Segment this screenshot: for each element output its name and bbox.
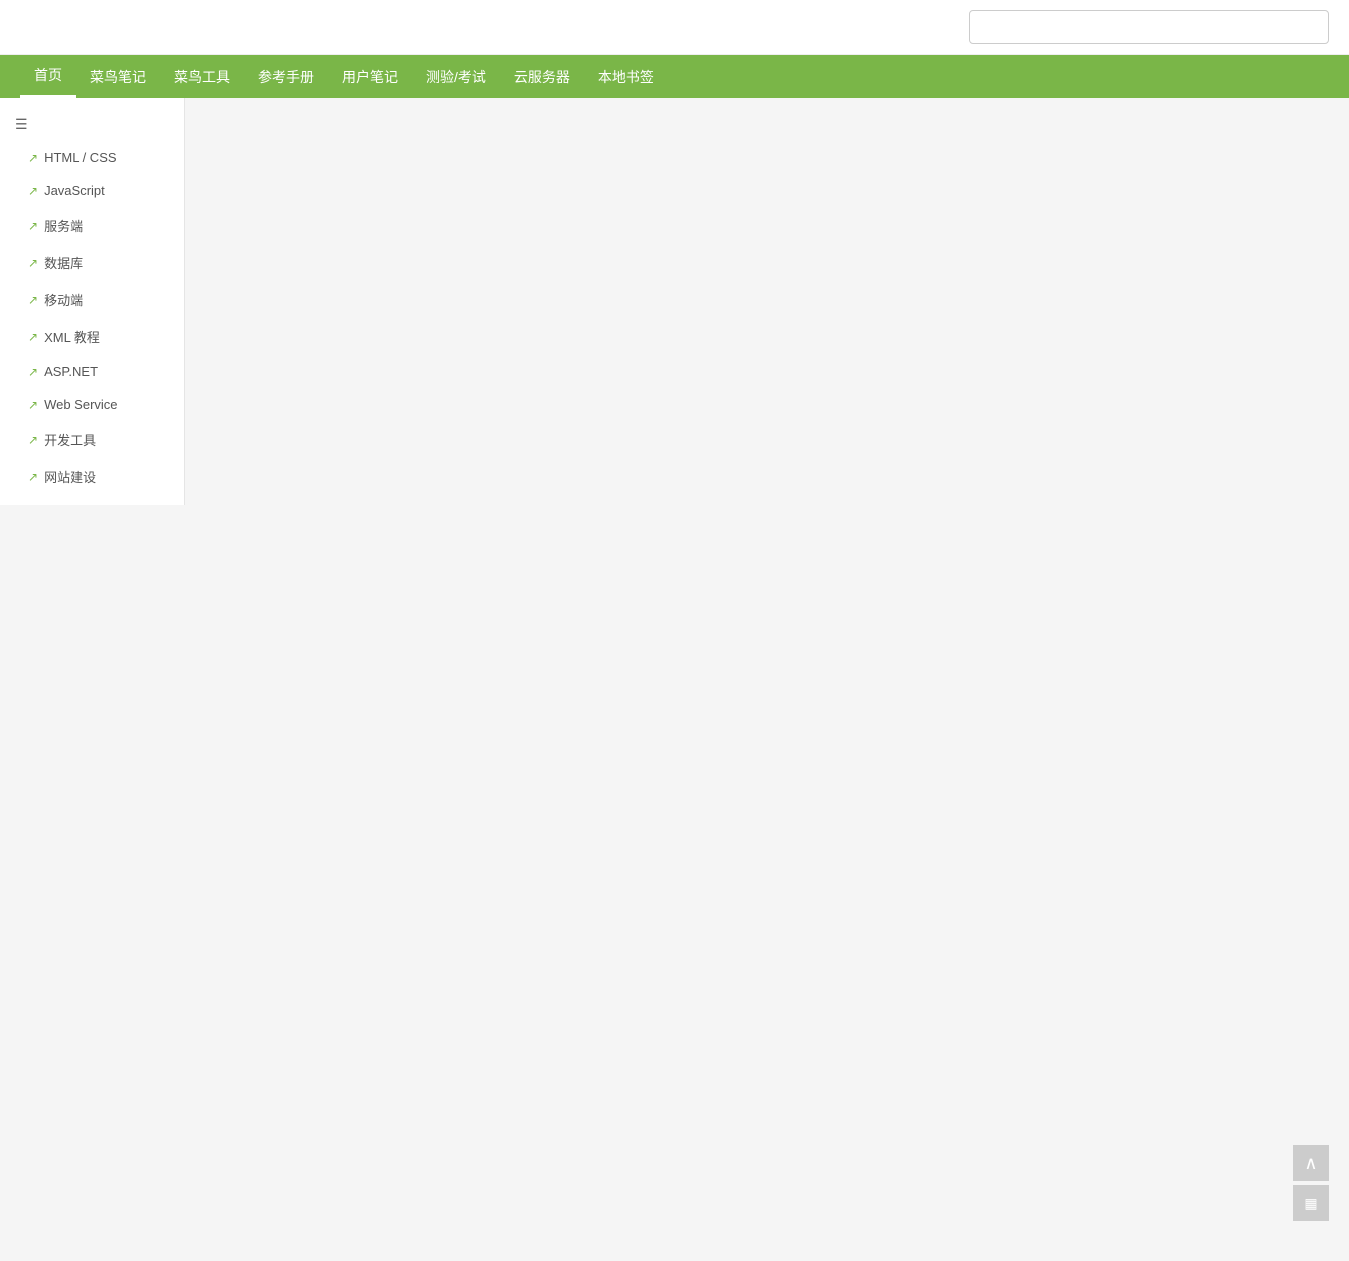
- sidebar-item-6[interactable]: ↗ ASP.NET: [0, 355, 184, 388]
- qr-button[interactable]: ▦: [1293, 1185, 1329, 1221]
- nav-item-4[interactable]: 用户笔记: [328, 57, 412, 97]
- sidebar-item-label: 数据库: [44, 253, 83, 272]
- sidebar-item-3[interactable]: ↗ 数据库: [0, 244, 184, 281]
- nav-item-7[interactable]: 本地书签: [584, 57, 668, 97]
- link-icon: ↗: [28, 433, 38, 447]
- sidebar-item-label: 移动端: [44, 290, 83, 309]
- sidebar-item-label: 开发工具: [44, 430, 96, 449]
- nav-item-1[interactable]: 菜鸟笔记: [76, 57, 160, 97]
- sidebar-item-8[interactable]: ↗ 开发工具: [0, 421, 184, 458]
- sidebar-item-1[interactable]: ↗ JavaScript: [0, 174, 184, 207]
- link-icon: ↗: [28, 219, 38, 233]
- link-icon: ↗: [28, 330, 38, 344]
- link-icon: ↗: [28, 365, 38, 379]
- sidebar-item-7[interactable]: ↗ Web Service: [0, 388, 184, 421]
- link-icon: ↗: [28, 184, 38, 198]
- header: [0, 0, 1349, 55]
- sidebar-item-4[interactable]: ↗ 移动端: [0, 281, 184, 318]
- main-content: [185, 98, 1349, 505]
- nav-item-0[interactable]: 首页: [20, 55, 76, 98]
- link-icon: ↗: [28, 398, 38, 412]
- sidebar-item-label: 网站建设: [44, 467, 96, 486]
- link-icon: ↗: [28, 470, 38, 484]
- sidebar-item-9[interactable]: ↗ 网站建设: [0, 458, 184, 495]
- main-layout: ☰ ↗ HTML / CSS ↗ JavaScript ↗ 服务端 ↗ 数据库 ↗ 移动端 ↗ XML…: [0, 98, 1349, 505]
- link-icon: ↗: [28, 293, 38, 307]
- link-icon: ↗: [28, 151, 38, 165]
- nav-item-6[interactable]: 云服务器: [500, 57, 584, 97]
- sidebar-item-label: ASP.NET: [44, 364, 98, 379]
- nav-item-5[interactable]: 测验/考试: [412, 57, 500, 97]
- sidebar-header: ☰: [0, 108, 184, 141]
- sidebar-item-label: Web Service: [44, 397, 117, 412]
- sidebar-item-0[interactable]: ↗ HTML / CSS: [0, 141, 184, 174]
- nav-item-3[interactable]: 参考手册: [244, 57, 328, 97]
- sidebar-item-label: JavaScript: [44, 183, 105, 198]
- sidebar-item-5[interactable]: ↗ XML 教程: [0, 318, 184, 355]
- main-nav: 首页菜鸟笔记菜鸟工具参考手册用户笔记测验/考试云服务器本地书签: [0, 55, 1349, 98]
- list-icon: ☰: [15, 116, 28, 133]
- sidebar-item-2[interactable]: ↗ 服务端: [0, 207, 184, 244]
- sidebar: ☰ ↗ HTML / CSS ↗ JavaScript ↗ 服务端 ↗ 数据库 ↗ 移动端 ↗ XML…: [0, 98, 185, 505]
- nav-item-2[interactable]: 菜鸟工具: [160, 57, 244, 97]
- search-input[interactable]: [969, 10, 1329, 44]
- link-icon: ↗: [28, 256, 38, 270]
- sidebar-item-label: HTML / CSS: [44, 150, 116, 165]
- scroll-top-button[interactable]: ∧: [1293, 1145, 1329, 1181]
- sidebar-item-label: XML 教程: [44, 327, 100, 346]
- sidebar-item-label: 服务端: [44, 216, 83, 235]
